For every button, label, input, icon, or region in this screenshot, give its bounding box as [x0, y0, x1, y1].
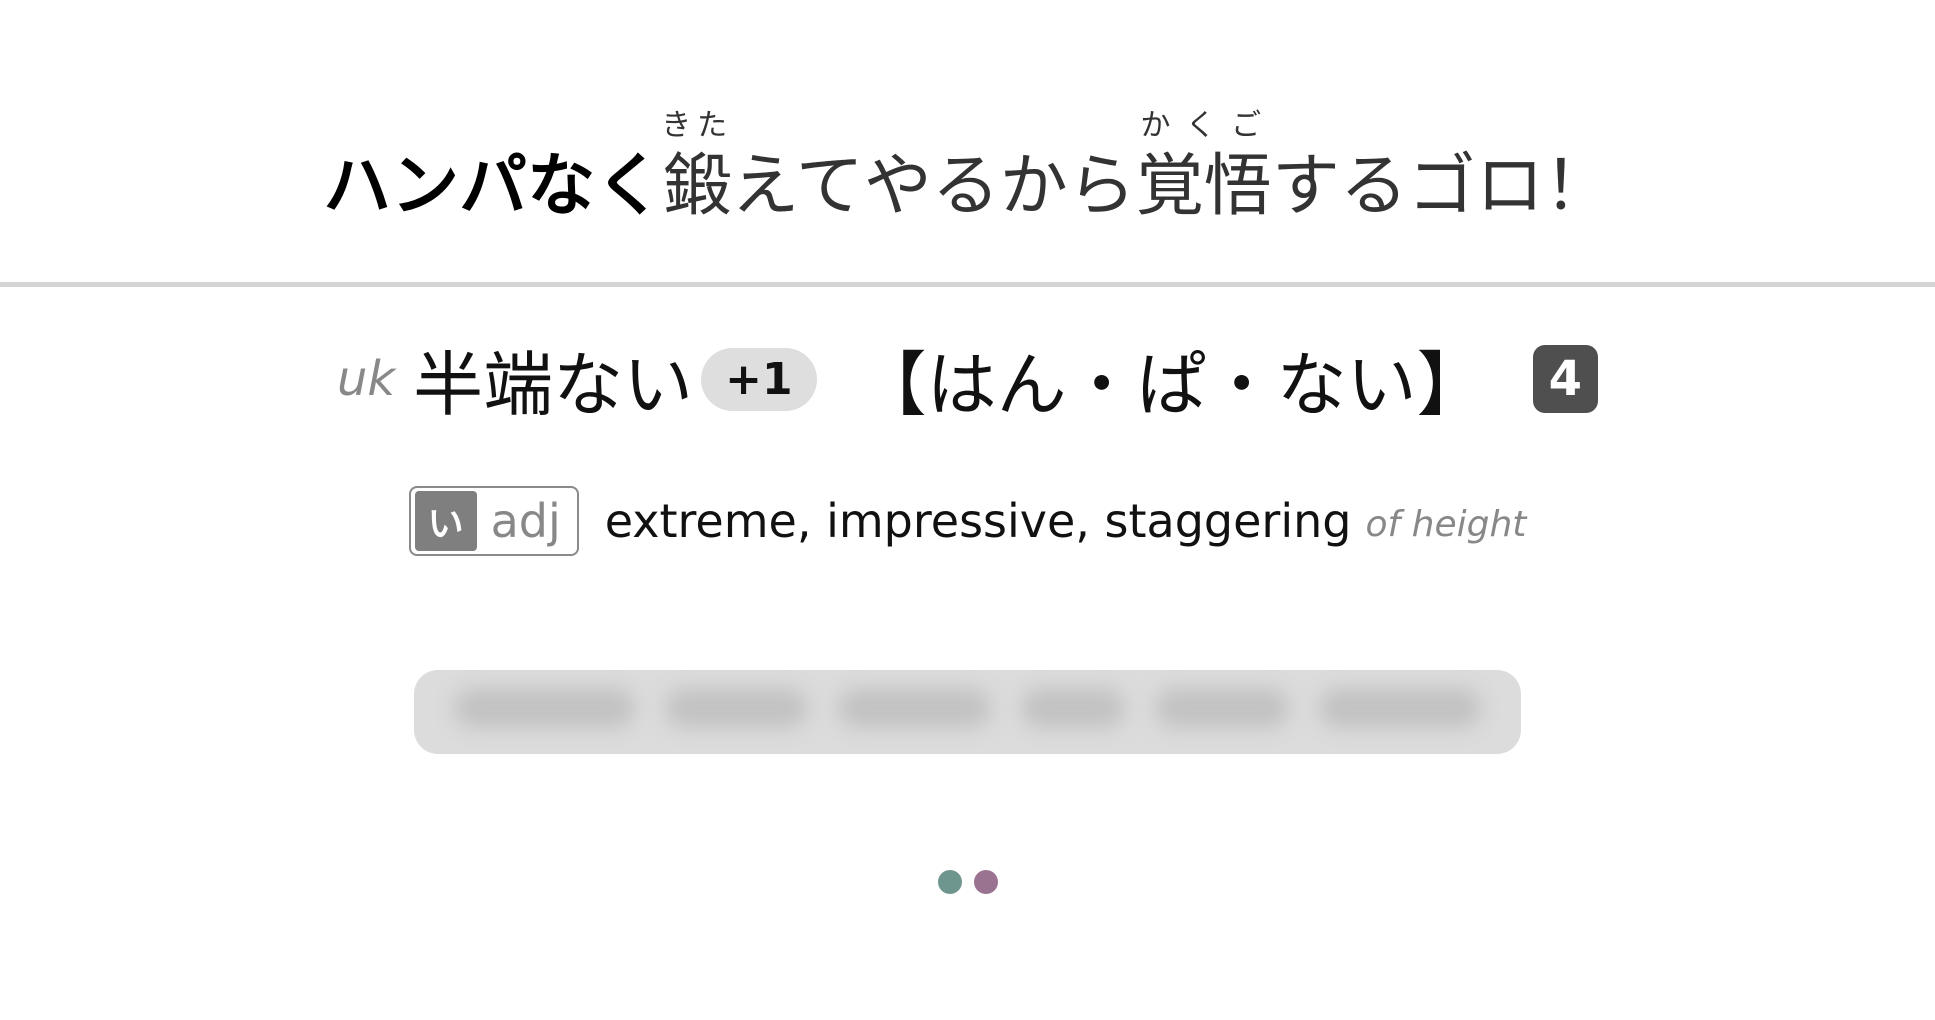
usage-tag: uk [336, 351, 396, 407]
sentence-ending: するゴロ！ [1271, 147, 1612, 226]
count-badge: 4 [1532, 345, 1599, 413]
headword-reading: 【はん・ぱ・ない】 [856, 343, 1487, 426]
definition-row: い adj extreme, impressive, staggering of… [0, 480, 1935, 562]
sentence-highlight: ハンパなく [323, 147, 664, 226]
headword-kanji: 半端ない [413, 343, 694, 426]
pos-label: adj [490, 494, 561, 548]
divider [0, 282, 1935, 287]
headword-row: uk 半端ない +1 【はん・ぱ・ない】 4 [0, 338, 1935, 426]
sentence-kanji-1: 鍛きた [661, 108, 734, 226]
furigana-2: かくご [1135, 108, 1272, 143]
part-of-speech-tag: い adj [408, 486, 579, 556]
status-dot-1 [937, 870, 962, 894]
sentence-middle: えてやるから [731, 147, 1136, 226]
extra-forms-badge[interactable]: +1 [701, 347, 817, 411]
example-sentence: ハンパなく鍛きたえてやるから覚悟かくごするゴロ！ [0, 108, 1935, 221]
furigana-1: きた [661, 108, 734, 143]
hidden-answer-bar[interactable] [414, 670, 1521, 754]
blurred-content [454, 688, 1481, 736]
gloss-note: of height [1365, 503, 1527, 545]
pos-kana: い [414, 491, 477, 551]
sentence-kanji-2: 覚悟かくご [1135, 108, 1272, 226]
gloss-text: extreme, impressive, staggering [604, 494, 1352, 548]
status-dot-2 [973, 870, 998, 894]
status-dots [0, 870, 1935, 894]
flashcard: ハンパなく鍛きたえてやるから覚悟かくごするゴロ！ uk 半端ない +1 【はん・… [0, 0, 1935, 1020]
